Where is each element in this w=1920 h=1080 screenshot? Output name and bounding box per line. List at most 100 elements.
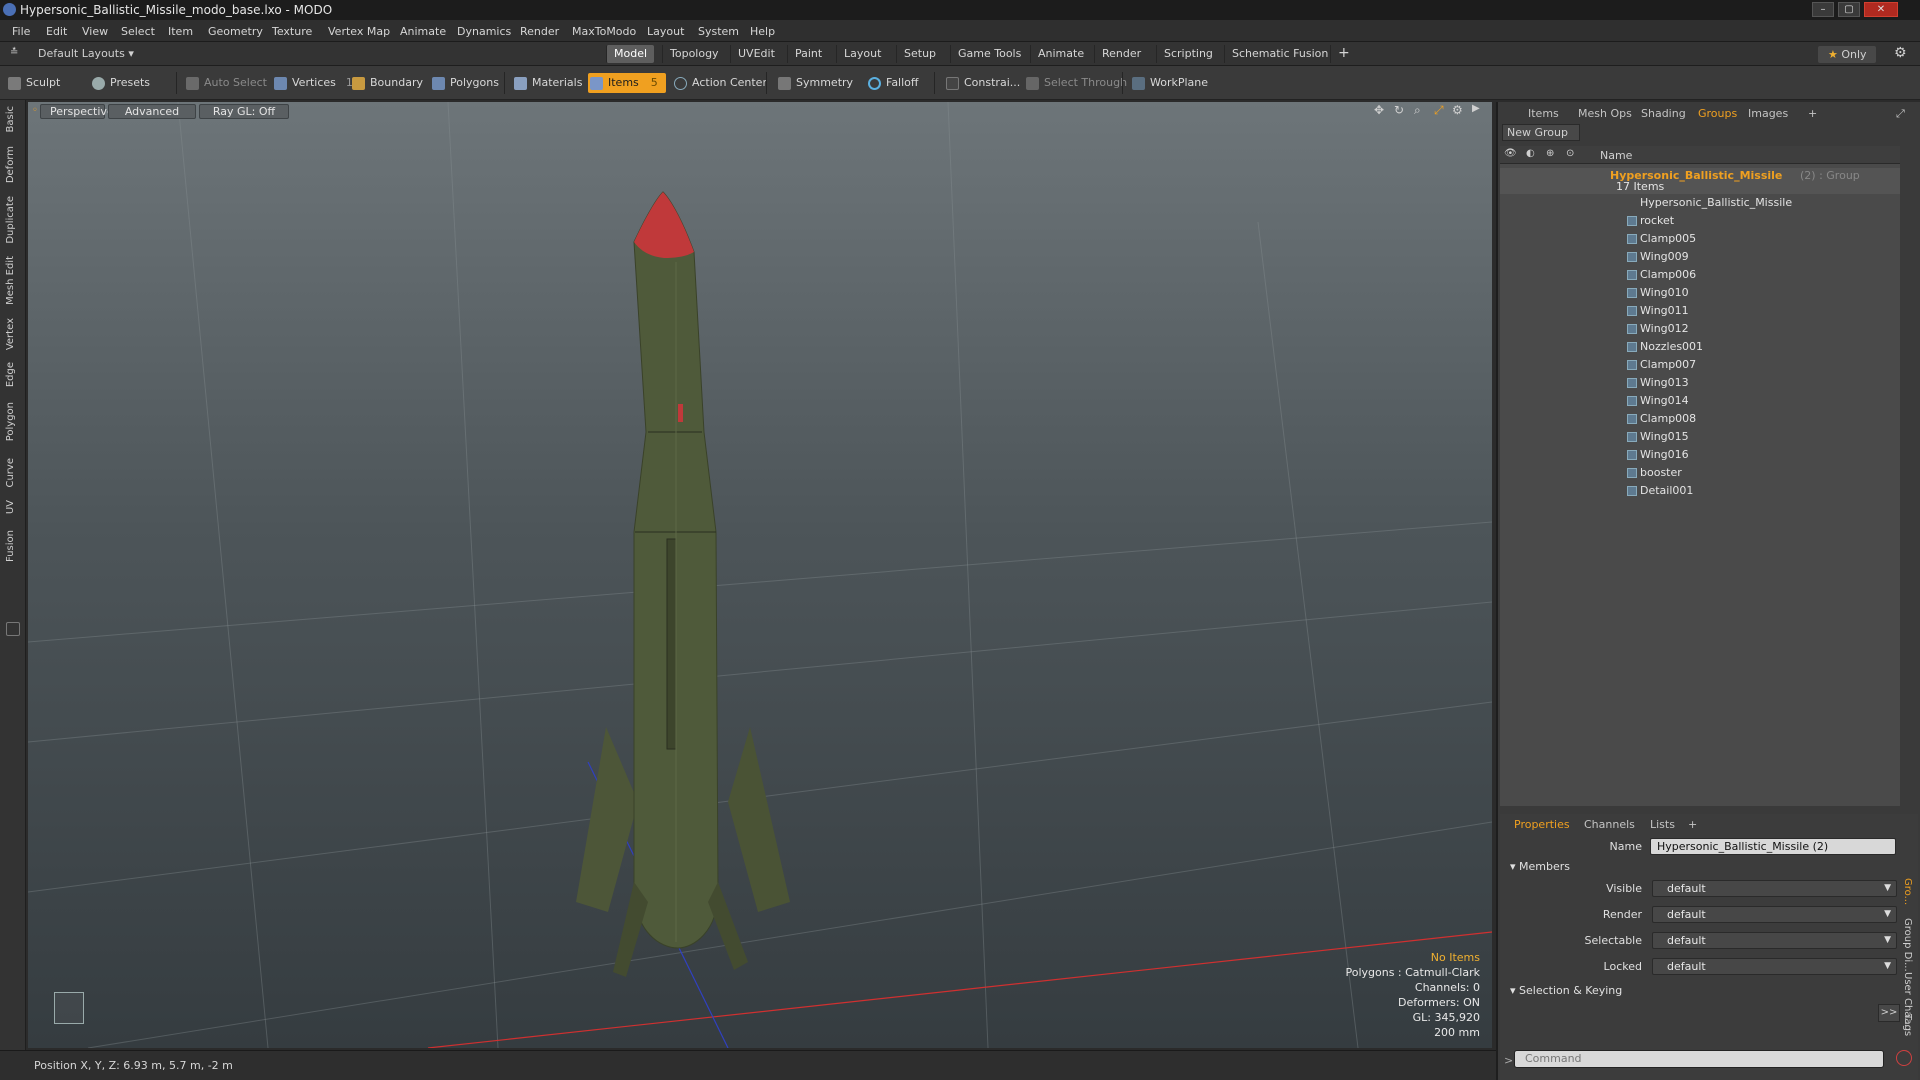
tab-edge[interactable]: Edge: [5, 362, 16, 387]
presets-button[interactable]: Presets: [90, 73, 150, 93]
tab-lists[interactable]: Lists: [1650, 818, 1675, 831]
list-item[interactable]: Wing010: [1500, 284, 1900, 302]
viewport-gear-icon[interactable]: ⚙: [1452, 103, 1463, 117]
tab-uvedit[interactable]: UVEdit: [730, 45, 782, 63]
tab-paint[interactable]: Paint: [787, 45, 829, 63]
list-item[interactable]: Clamp006: [1500, 266, 1900, 284]
visible-select[interactable]: default ▼: [1652, 880, 1897, 897]
only-toggle[interactable]: ★ Only: [1818, 46, 1876, 63]
menu-geometry[interactable]: Geometry: [208, 25, 263, 38]
select-through-button[interactable]: Select Through: [1024, 73, 1127, 93]
tab-polygon[interactable]: Polygon: [5, 402, 16, 441]
tab-images[interactable]: Images: [1748, 107, 1788, 120]
menu-system[interactable]: System: [698, 25, 739, 38]
group-row[interactable]: Hypersonic_Ballistic_Missile (2) : Group…: [1500, 168, 1900, 194]
locked-select[interactable]: default ▼: [1652, 958, 1897, 975]
materials-button[interactable]: Materials: [512, 73, 582, 93]
workplane-button[interactable]: WorkPlane: [1130, 73, 1208, 93]
add-layout-tab-icon[interactable]: +: [1330, 45, 1357, 63]
lock-column-icon[interactable]: ⊕: [1546, 148, 1554, 159]
list-item[interactable]: Detail001: [1500, 482, 1900, 500]
tab-properties[interactable]: Properties: [1514, 818, 1570, 831]
tab-animate[interactable]: Animate: [1030, 45, 1091, 63]
selectable-select[interactable]: default ▼: [1652, 932, 1897, 949]
list-item[interactable]: Clamp005: [1500, 230, 1900, 248]
select-column-icon[interactable]: ⊙: [1566, 148, 1574, 159]
list-item[interactable]: rocket: [1500, 212, 1900, 230]
shading-button[interactable]: Advanced: [108, 104, 196, 119]
tab-deform[interactable]: Deform: [5, 146, 16, 183]
command-input[interactable]: Command: [1514, 1050, 1884, 1068]
tab-mesh-edit[interactable]: Mesh Edit: [5, 256, 16, 305]
gear-icon[interactable]: ⚙: [1894, 45, 1907, 61]
close-button[interactable]: ✕: [1864, 2, 1898, 17]
tab-model[interactable]: Model: [606, 45, 655, 63]
tab-scripting[interactable]: Scripting: [1156, 45, 1220, 63]
list-item[interactable]: Clamp007: [1500, 356, 1900, 374]
items-button[interactable]: Items 5: [588, 73, 666, 93]
name-field[interactable]: Hypersonic_Ballistic_Missile (2): [1650, 838, 1896, 855]
menu-vertex-map[interactable]: Vertex Map: [328, 25, 390, 38]
list-item[interactable]: Wing014: [1500, 392, 1900, 410]
vertices-button[interactable]: Vertices 1: [272, 73, 353, 93]
menu-view[interactable]: View: [82, 25, 108, 38]
side-tab-group-display[interactable]: Group Di...: [1902, 918, 1913, 972]
panel-expand-icon[interactable]: ⤢: [1896, 107, 1905, 121]
list-item[interactable]: Wing011: [1500, 302, 1900, 320]
layout-settings-icon[interactable]: ≛: [10, 47, 18, 58]
add-tab-icon[interactable]: +: [1688, 818, 1697, 831]
tab-render[interactable]: Render: [1094, 45, 1148, 63]
tab-game-tools[interactable]: Game Tools: [950, 45, 1028, 63]
list-item[interactable]: Hypersonic_Ballistic_Missile: [1500, 194, 1900, 212]
menu-animate[interactable]: Animate: [400, 25, 446, 38]
selection-keying-section[interactable]: ▾ Selection & Keying: [1510, 984, 1622, 997]
tab-duplicate[interactable]: Duplicate: [5, 196, 16, 244]
side-tab-group[interactable]: Gro...: [1902, 878, 1913, 905]
menu-item[interactable]: Item: [168, 25, 193, 38]
zoom-view-icon[interactable]: ⌕: [1414, 103, 1421, 118]
list-item[interactable]: Nozzles001: [1500, 338, 1900, 356]
viewport-menu-icon[interactable]: ◦: [32, 105, 38, 116]
polygons-button[interactable]: Polygons: [430, 73, 499, 93]
menu-file[interactable]: File: [12, 25, 30, 38]
menu-dynamics[interactable]: Dynamics: [457, 25, 511, 38]
tab-shading[interactable]: Shading: [1641, 107, 1686, 120]
symmetry-button[interactable]: Symmetry: [776, 73, 853, 93]
3d-viewport[interactable]: ◦ Perspective Advanced Ray GL: Off ✥ ↻ ⌕…: [28, 102, 1492, 1048]
menu-select[interactable]: Select: [121, 25, 155, 38]
tab-basic[interactable]: Basic: [5, 106, 16, 132]
tab-layout[interactable]: Layout: [836, 45, 888, 63]
tab-schematic-fusion[interactable]: Schematic Fusion: [1224, 45, 1335, 63]
side-tab-tags[interactable]: Tags: [1902, 1014, 1913, 1036]
menu-render[interactable]: Render: [520, 25, 559, 38]
tab-curve[interactable]: Curve: [5, 458, 16, 488]
tab-groups[interactable]: Groups: [1698, 107, 1737, 120]
fit-view-icon[interactable]: ⤢: [1434, 103, 1444, 118]
list-item[interactable]: Wing012: [1500, 320, 1900, 338]
list-item[interactable]: Wing013: [1500, 374, 1900, 392]
menu-help[interactable]: Help: [750, 25, 775, 38]
expand-button[interactable]: >>: [1878, 1004, 1900, 1022]
tab-channels[interactable]: Channels: [1584, 818, 1635, 831]
maximize-button[interactable]: ▢: [1838, 2, 1860, 17]
rotate-view-icon[interactable]: ↻: [1394, 103, 1404, 117]
list-item[interactable]: booster: [1500, 464, 1900, 482]
boundary-button[interactable]: Boundary: [350, 73, 423, 93]
tab-uv[interactable]: UV: [5, 500, 16, 514]
action-center-button[interactable]: Action Center: [672, 73, 767, 93]
tab-fusion[interactable]: Fusion: [5, 530, 16, 562]
new-group-button[interactable]: New Group: [1502, 124, 1580, 141]
minimize-button[interactable]: –: [1812, 2, 1834, 17]
layouts-dropdown[interactable]: Default Layouts ▾: [38, 47, 134, 60]
command-record-icon[interactable]: [1896, 1050, 1912, 1066]
expand-icon[interactable]: [6, 622, 20, 636]
visibility-column-icon[interactable]: 👁: [1504, 148, 1517, 159]
raygl-button[interactable]: Ray GL: Off: [199, 104, 289, 119]
constrain-button[interactable]: Constrai...: [944, 73, 1020, 93]
menu-texture[interactable]: Texture: [272, 25, 312, 38]
projection-button[interactable]: Perspective: [40, 104, 114, 119]
move-view-icon[interactable]: ✥: [1374, 103, 1384, 117]
viewport-expand-icon[interactable]: ▶: [1472, 103, 1480, 114]
list-item[interactable]: Wing015: [1500, 428, 1900, 446]
menu-layout[interactable]: Layout: [647, 25, 684, 38]
